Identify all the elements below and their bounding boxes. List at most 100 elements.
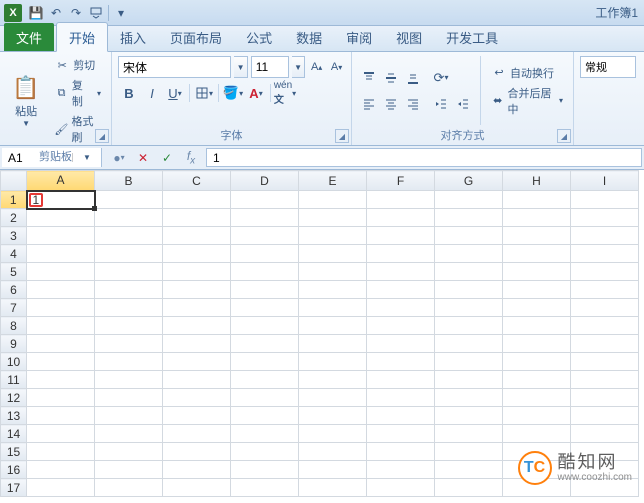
tab-formula[interactable]: 公式 bbox=[234, 23, 284, 51]
cell-B11[interactable] bbox=[95, 371, 163, 389]
cell-B2[interactable] bbox=[95, 209, 163, 227]
tab-home[interactable]: 开始 bbox=[56, 22, 108, 52]
cell-F12[interactable] bbox=[367, 389, 435, 407]
cell-F11[interactable] bbox=[367, 371, 435, 389]
cell-B17[interactable] bbox=[95, 479, 163, 497]
cell-G1[interactable] bbox=[435, 191, 503, 209]
row-header-16[interactable]: 16 bbox=[1, 461, 27, 479]
cell-E2[interactable] bbox=[299, 209, 367, 227]
font-size-select[interactable]: 11 bbox=[251, 56, 289, 78]
bold-button[interactable]: B bbox=[118, 82, 140, 104]
cell-F6[interactable] bbox=[367, 281, 435, 299]
align-middle-button[interactable] bbox=[380, 67, 402, 89]
row-header-17[interactable]: 17 bbox=[1, 479, 27, 497]
grow-font-button[interactable]: A▴ bbox=[308, 56, 325, 78]
fx-button[interactable]: fx bbox=[180, 148, 202, 168]
cancel-button[interactable]: ✕ bbox=[132, 148, 154, 168]
cell-F9[interactable] bbox=[367, 335, 435, 353]
font-name-select[interactable]: 宋体 bbox=[118, 56, 231, 78]
increase-indent-button[interactable] bbox=[452, 93, 474, 115]
cell-B12[interactable] bbox=[95, 389, 163, 407]
row-header-3[interactable]: 3 bbox=[1, 227, 27, 245]
cell-A5[interactable] bbox=[27, 263, 95, 281]
cell-A12[interactable] bbox=[27, 389, 95, 407]
cell-G5[interactable] bbox=[435, 263, 503, 281]
tab-dev[interactable]: 开发工具 bbox=[434, 23, 510, 51]
cut-button[interactable]: ✂剪切 bbox=[50, 56, 105, 74]
cell-F1[interactable] bbox=[367, 191, 435, 209]
cell-C17[interactable] bbox=[163, 479, 231, 497]
cell-E16[interactable] bbox=[299, 461, 367, 479]
qat-customize-button[interactable] bbox=[86, 3, 106, 23]
font-size-dropdown[interactable]: ▼ bbox=[292, 56, 305, 78]
cell-F8[interactable] bbox=[367, 317, 435, 335]
cell-D4[interactable] bbox=[231, 245, 299, 263]
cell-B10[interactable] bbox=[95, 353, 163, 371]
tab-data[interactable]: 数据 bbox=[284, 23, 334, 51]
cell-G4[interactable] bbox=[435, 245, 503, 263]
col-header-I[interactable]: I bbox=[571, 171, 639, 191]
row-header-10[interactable]: 10 bbox=[1, 353, 27, 371]
cell-D14[interactable] bbox=[231, 425, 299, 443]
cell-G16[interactable] bbox=[435, 461, 503, 479]
cell-I2[interactable] bbox=[571, 209, 639, 227]
cell-G2[interactable] bbox=[435, 209, 503, 227]
cell-D5[interactable] bbox=[231, 263, 299, 281]
cell-D7[interactable] bbox=[231, 299, 299, 317]
row-header-14[interactable]: 14 bbox=[1, 425, 27, 443]
cell-E9[interactable] bbox=[299, 335, 367, 353]
cell-G13[interactable] bbox=[435, 407, 503, 425]
cell-A7[interactable] bbox=[27, 299, 95, 317]
cell-E10[interactable] bbox=[299, 353, 367, 371]
cell-G17[interactable] bbox=[435, 479, 503, 497]
cell-I3[interactable] bbox=[571, 227, 639, 245]
cell-F3[interactable] bbox=[367, 227, 435, 245]
cell-D9[interactable] bbox=[231, 335, 299, 353]
phonetic-button[interactable]: wén文▾ bbox=[274, 82, 296, 104]
cell-E12[interactable] bbox=[299, 389, 367, 407]
cell-E11[interactable] bbox=[299, 371, 367, 389]
cell-E1[interactable] bbox=[299, 191, 367, 209]
tab-file[interactable]: 文件 bbox=[4, 23, 54, 51]
cell-D16[interactable] bbox=[231, 461, 299, 479]
cell-B14[interactable] bbox=[95, 425, 163, 443]
cell-H7[interactable] bbox=[503, 299, 571, 317]
cell-G9[interactable] bbox=[435, 335, 503, 353]
cell-B3[interactable] bbox=[95, 227, 163, 245]
cell-I5[interactable] bbox=[571, 263, 639, 281]
align-top-button[interactable] bbox=[358, 67, 380, 89]
cell-B1[interactable] bbox=[95, 191, 163, 209]
cell-B8[interactable] bbox=[95, 317, 163, 335]
app-icon[interactable]: X bbox=[4, 4, 22, 22]
tab-view[interactable]: 视图 bbox=[384, 23, 434, 51]
cell-G11[interactable] bbox=[435, 371, 503, 389]
cell-C15[interactable] bbox=[163, 443, 231, 461]
cell-F7[interactable] bbox=[367, 299, 435, 317]
cell-H12[interactable] bbox=[503, 389, 571, 407]
spreadsheet-grid[interactable]: ABCDEFGHI11234567891011121314151617 TC 酷… bbox=[0, 170, 644, 503]
cell-F2[interactable] bbox=[367, 209, 435, 227]
cell-E6[interactable] bbox=[299, 281, 367, 299]
cell-A6[interactable] bbox=[27, 281, 95, 299]
cell-A2[interactable] bbox=[27, 209, 95, 227]
cell-E13[interactable] bbox=[299, 407, 367, 425]
qat-more-button[interactable]: ▾ bbox=[111, 3, 131, 23]
font-color-button[interactable]: A▾ bbox=[245, 82, 267, 104]
cell-H14[interactable] bbox=[503, 425, 571, 443]
fill-handle[interactable] bbox=[92, 206, 97, 211]
cell-I16[interactable] bbox=[571, 461, 639, 479]
font-launcher[interactable]: ◢ bbox=[335, 129, 349, 143]
cell-H9[interactable] bbox=[503, 335, 571, 353]
cell-C13[interactable] bbox=[163, 407, 231, 425]
cell-C1[interactable] bbox=[163, 191, 231, 209]
clipboard-launcher[interactable]: ◢ bbox=[95, 129, 109, 143]
cell-D3[interactable] bbox=[231, 227, 299, 245]
row-header-7[interactable]: 7 bbox=[1, 299, 27, 317]
col-header-E[interactable]: E bbox=[299, 171, 367, 191]
cell-A17[interactable] bbox=[27, 479, 95, 497]
wrap-text-button[interactable]: ↩自动换行 bbox=[487, 64, 567, 82]
cell-C14[interactable] bbox=[163, 425, 231, 443]
cell-H2[interactable] bbox=[503, 209, 571, 227]
cell-D15[interactable] bbox=[231, 443, 299, 461]
col-header-G[interactable]: G bbox=[435, 171, 503, 191]
